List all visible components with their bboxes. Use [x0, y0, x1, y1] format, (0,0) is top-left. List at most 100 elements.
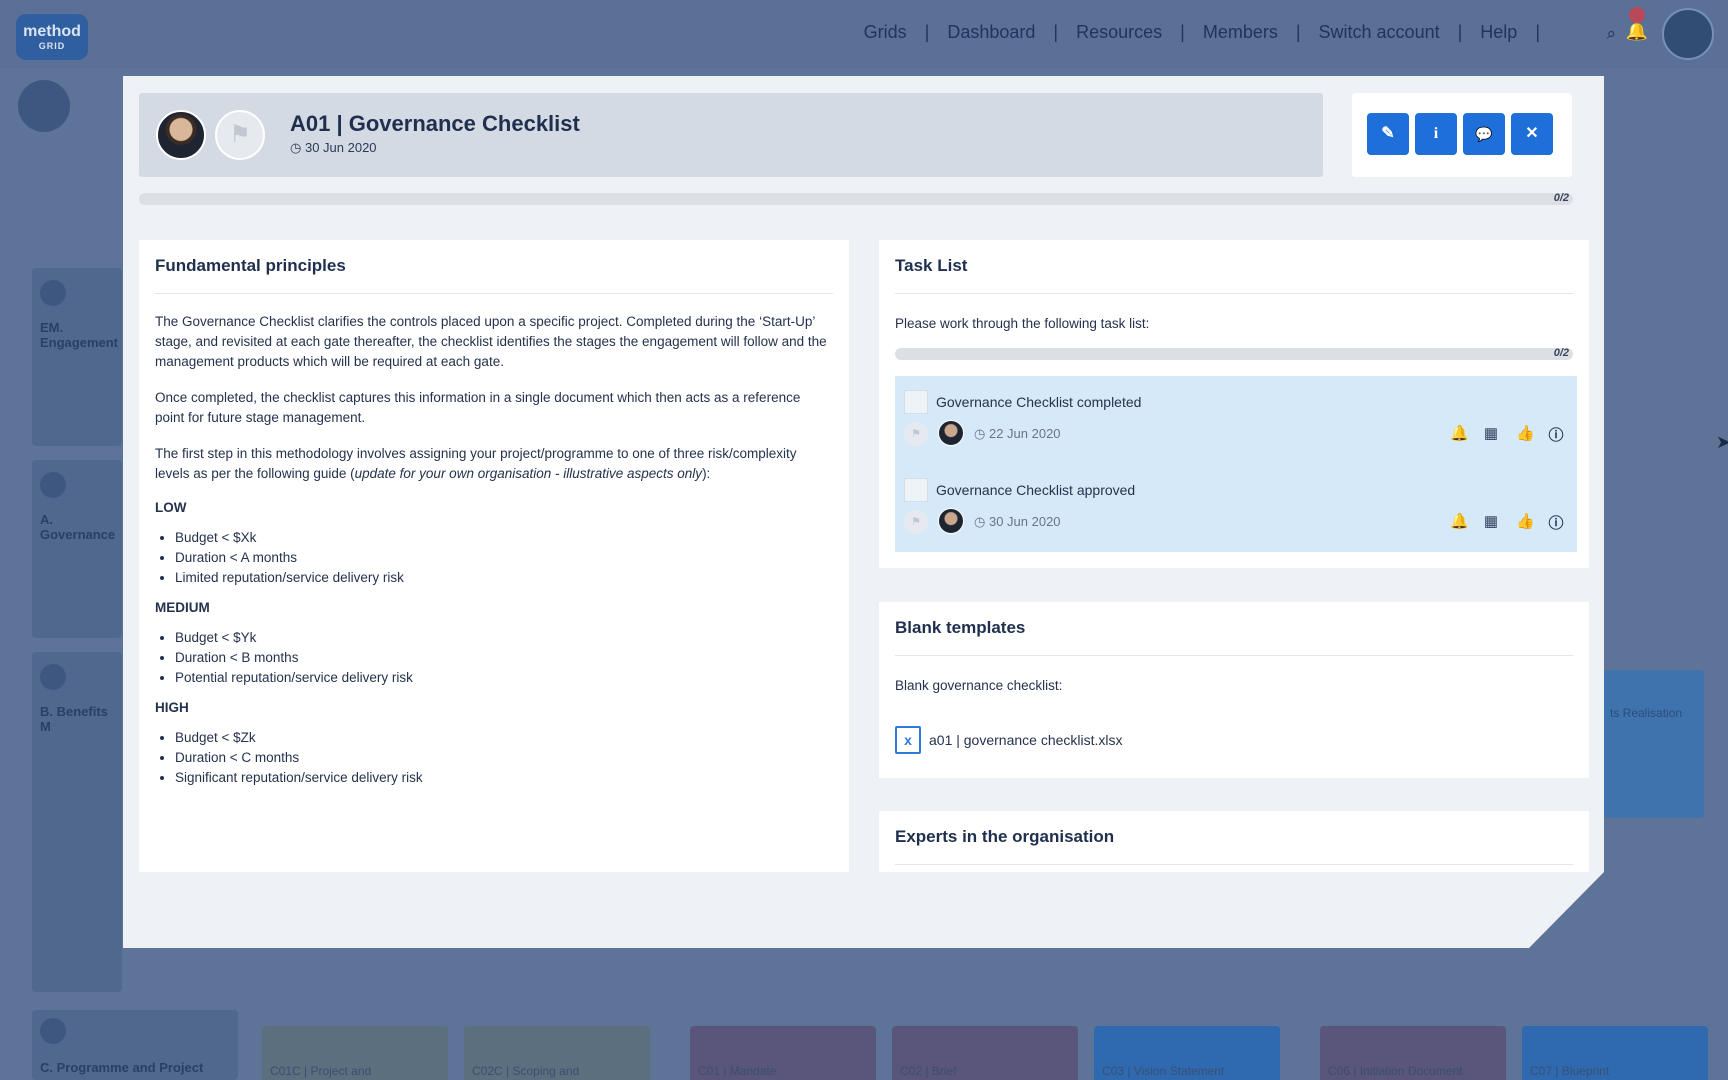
bg-tile: C03 | Vision Statement — [1094, 1026, 1280, 1080]
level-list: Budget < $Zk Duration < C months Signifi… — [175, 728, 833, 788]
calendar-add-icon[interactable]: ▦ — [1482, 512, 1500, 530]
bg-row-card: A. Governance — [32, 460, 122, 638]
nav-link-switch-account[interactable]: Switch account — [1319, 22, 1440, 43]
user-avatar[interactable] — [1662, 8, 1714, 60]
clock-icon: ◷ — [290, 140, 305, 155]
thumbs-up-icon[interactable]: 👍 — [1516, 424, 1535, 442]
task-item[interactable]: Governance Checklist approved ⚑ ◷ 30 Jun… — [895, 464, 1577, 552]
close-button[interactable]: ✕ — [1511, 113, 1553, 155]
row-avatar — [40, 664, 66, 690]
edit-button[interactable]: ✎ — [1367, 113, 1409, 155]
bell-icon[interactable]: 🔔 — [1450, 424, 1469, 442]
row-avatar — [40, 280, 66, 306]
row-avatar — [40, 472, 66, 498]
bg-row-card: B. Benefits M — [32, 652, 122, 992]
template-file-link[interactable]: a01 | governance checklist.xlsx — [929, 732, 1123, 748]
calendar-add-icon[interactable]: ▦ — [1482, 424, 1500, 442]
experts-panel: Experts in the organisation — [879, 811, 1589, 872]
tile-label: C03 | Vision Statement — [1102, 1064, 1225, 1078]
nav-links: Grids | Dashboard | Resources | Members | Sw… — [864, 22, 1558, 43]
templates-intro: Blank governance checklist: — [895, 678, 1063, 693]
logo-text: method — [23, 23, 81, 40]
bg-tile-right: ts Realisation — [1604, 670, 1704, 818]
info-button[interactable]: i — [1415, 113, 1457, 155]
bg-tile: C02C | Scoping and — [464, 1026, 650, 1080]
tile-label: C02C | Scoping and — [472, 1064, 580, 1078]
search-icon[interactable]: ⌕ — [1606, 24, 1616, 44]
bg-tile: C02 | Brief — [892, 1026, 1078, 1080]
list-item: Duration < A months — [175, 548, 833, 568]
due-date: ◷ 30 Jun 2020 — [290, 140, 377, 156]
tasklist-title: Task List — [895, 256, 968, 275]
task-checkbox[interactable] — [904, 390, 928, 414]
excel-file-icon[interactable]: x — [895, 726, 921, 754]
bg-tile: C01C | Project and — [262, 1026, 448, 1080]
level-heading-medium: MEDIUM — [155, 600, 210, 615]
tasklist-intro: Please work through the following task l… — [895, 316, 1150, 331]
list-item: Duration < C months — [175, 748, 833, 768]
tasklist-progress-bar: 0/2 — [895, 347, 1573, 360]
list-item: Budget < $Zk — [175, 728, 833, 748]
tile-label: C02 | Brief — [900, 1064, 957, 1078]
task-label: Governance Checklist approved — [936, 482, 1136, 498]
experts-title: Experts in the organisation — [895, 827, 1115, 846]
modal-header: ⚑ A01 | Governance Checklist ◷ 30 Jun 20… — [139, 93, 1323, 177]
tile-label: C01 | Mandate — [698, 1064, 777, 1078]
divider — [895, 293, 1573, 294]
divider — [895, 655, 1573, 656]
paragraph-italic: update for your own organisation - illus… — [354, 466, 703, 481]
task-date-text: 22 Jun 2020 — [988, 426, 1061, 441]
row-label: EM. Engagement — [40, 320, 119, 350]
nav-separator: | — [1535, 22, 1540, 42]
thumbs-up-icon[interactable]: 👍 — [1516, 512, 1535, 530]
comment-button[interactable]: 💬 — [1463, 113, 1505, 155]
mouse-cursor-icon: ➤ — [1716, 432, 1728, 452]
info-icon[interactable]: ⓘ — [1547, 512, 1565, 533]
assignee-avatar[interactable] — [938, 508, 964, 534]
list-item: Limited reputation/service delivery risk — [175, 568, 833, 588]
flag-icon[interactable]: ⚑ — [215, 110, 265, 160]
bg-row-card: C. Programme and Project — [32, 1010, 238, 1080]
clock-icon: ◷ — [974, 426, 989, 441]
row-avatar — [40, 1018, 66, 1044]
assignee-avatar[interactable] — [938, 420, 964, 446]
bg-row-card: EM. Engagement — [32, 268, 122, 446]
nav-link-resources[interactable]: Resources — [1076, 22, 1162, 43]
method-grid-logo[interactable]: method GRID — [16, 14, 88, 60]
nav-link-help[interactable]: Help — [1480, 22, 1517, 43]
row-label: B. Benefits M — [40, 704, 108, 734]
notification-badge — [1629, 7, 1645, 23]
action-buttons: ✎ i 💬 ✕ — [1352, 93, 1572, 177]
nav-link-dashboard[interactable]: Dashboard — [947, 22, 1035, 43]
nav-separator: | — [1457, 22, 1463, 42]
bell-outline-icon[interactable]: 🔔 — [1450, 512, 1469, 530]
principles-paragraph: The Governance Checklist clarifies the c… — [155, 314, 827, 369]
list-item: Significant reputation/service delivery … — [175, 768, 833, 788]
level-list: Budget < $Xk Duration < A months Limited… — [175, 528, 833, 588]
due-date-text: 30 Jun 2020 — [304, 140, 377, 155]
paragraph-text: ): — [702, 466, 711, 481]
nav-link-grids[interactable]: Grids — [864, 22, 907, 43]
modal-title: A01 | Governance Checklist — [290, 111, 580, 136]
divider — [155, 293, 833, 294]
tile-label: ts Realisation — [1610, 706, 1683, 720]
list-item: Budget < $Yk — [175, 628, 833, 648]
progress-text: 0/2 — [1553, 192, 1569, 204]
bell-icon[interactable]: 🔔 — [1626, 21, 1648, 42]
level-heading-high: HIGH — [155, 700, 189, 715]
nav-separator: | — [924, 22, 930, 42]
tasklist-panel: Task List Please work through the follow… — [879, 240, 1589, 568]
bg-tile: C01 | Mandate — [690, 1026, 876, 1080]
owner-avatar[interactable] — [156, 110, 206, 160]
list-item: Potential reputation/service delivery ri… — [175, 668, 833, 688]
nav-link-members[interactable]: Members — [1203, 22, 1278, 43]
task-item[interactable]: Governance Checklist completed ⚑ ◷ 22 Ju… — [895, 376, 1577, 464]
tile-label: C06 | Initiation Document — [1328, 1064, 1463, 1078]
info-icon[interactable]: ⓘ — [1547, 424, 1565, 445]
flag-icon[interactable]: ⚑ — [904, 510, 928, 534]
logo-subtext: GRID — [38, 41, 66, 51]
task-checkbox[interactable] — [904, 478, 928, 502]
list-item: Duration < B months — [175, 648, 833, 668]
task-label: Governance Checklist completed — [936, 394, 1142, 410]
flag-icon[interactable]: ⚑ — [904, 422, 928, 446]
